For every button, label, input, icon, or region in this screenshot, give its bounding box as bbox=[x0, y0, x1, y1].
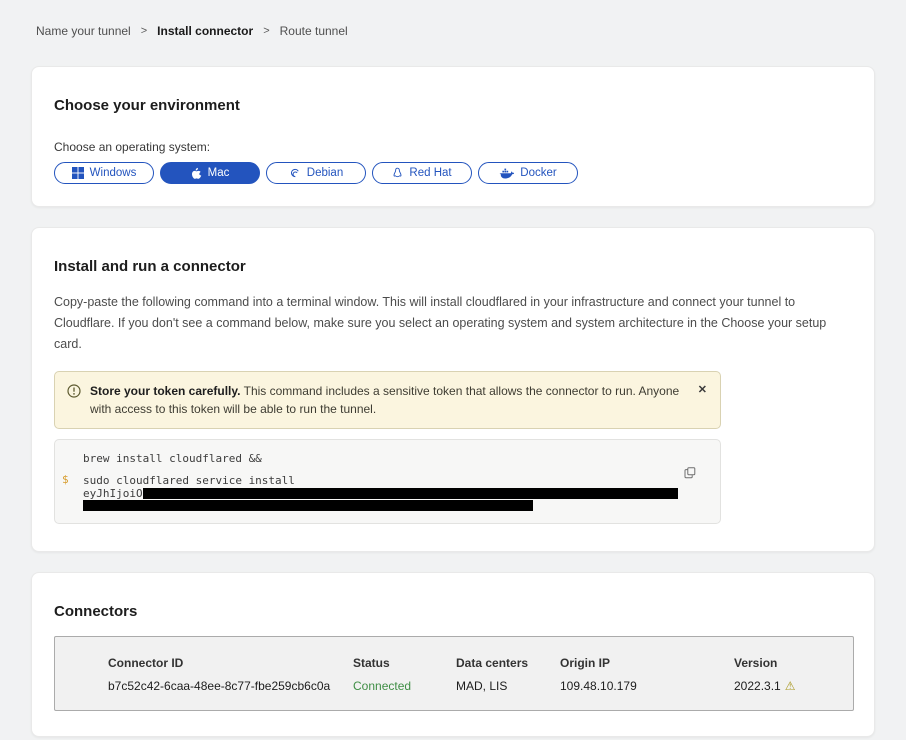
redhat-linux-icon bbox=[392, 167, 403, 180]
breadcrumb: Name your tunnel > Install connector > R… bbox=[0, 0, 906, 38]
os-button-label: Red Hat bbox=[409, 167, 451, 179]
os-button-label: Debian bbox=[307, 167, 343, 179]
column-header-connector-id: Connector ID bbox=[108, 656, 353, 670]
connector-data-centers-value: MAD, LIS bbox=[456, 679, 560, 693]
install-connector-title: Install and run a connector bbox=[54, 258, 852, 275]
install-description: Copy-paste the following command into a … bbox=[54, 292, 849, 355]
os-button-label: Docker bbox=[520, 167, 556, 179]
version-number: 2022.3.1 bbox=[734, 679, 781, 693]
choose-environment-card: Choose your environment Choose an operat… bbox=[31, 66, 875, 207]
token-warning-banner: Store your token carefully. This command… bbox=[54, 371, 721, 429]
version-warning-triangle-icon: ⚠ bbox=[785, 679, 796, 693]
os-button-label: Windows bbox=[90, 167, 137, 179]
apple-logo-icon bbox=[191, 167, 202, 180]
breadcrumb-step-install-connector[interactable]: Install connector bbox=[157, 24, 253, 38]
windows-logo-icon bbox=[72, 167, 84, 179]
os-button-redhat[interactable]: Red Hat bbox=[372, 162, 472, 184]
connectors-table: Connector ID Status Data centers Origin … bbox=[54, 636, 854, 711]
os-button-group: Windows Mac Debian Red Hat bbox=[54, 162, 852, 184]
command-line-1: brew install cloudflared && bbox=[83, 453, 692, 465]
connector-id-value: b7c52c42-6caa-48ee-8c77-fbe259cb6c0a bbox=[108, 679, 353, 693]
breadcrumb-step-route-tunnel[interactable]: Route tunnel bbox=[280, 24, 348, 38]
column-header-origin-ip: Origin IP bbox=[560, 656, 734, 670]
breadcrumb-step-name-your-tunnel[interactable]: Name your tunnel bbox=[36, 24, 131, 38]
breadcrumb-separator: > bbox=[141, 25, 147, 37]
banner-close-icon[interactable]: ✕ bbox=[698, 385, 707, 396]
shell-prompt: $ bbox=[62, 474, 69, 485]
token-warning-title: Store your token carefully. bbox=[90, 384, 241, 398]
copy-command-icon[interactable] bbox=[684, 467, 696, 479]
tunnel-setup-page: Name your tunnel > Install connector > R… bbox=[0, 0, 906, 740]
debian-swirl-icon bbox=[289, 167, 301, 179]
command-line-2: sudo cloudflared service install bbox=[83, 475, 692, 487]
redacted-token-bar-2 bbox=[83, 500, 533, 511]
os-button-windows[interactable]: Windows bbox=[54, 162, 154, 184]
breadcrumb-separator: > bbox=[263, 25, 269, 37]
install-command-codeblock: $ brew install cloudflared && sudo cloud… bbox=[54, 439, 721, 524]
os-button-mac[interactable]: Mac bbox=[160, 162, 260, 184]
column-header-version: Version bbox=[734, 656, 843, 670]
os-button-debian[interactable]: Debian bbox=[266, 162, 366, 184]
os-select-label: Choose an operating system: bbox=[54, 140, 852, 154]
token-line: eyJhIjoiO bbox=[83, 488, 692, 499]
install-connector-card: Install and run a connector Copy-paste t… bbox=[31, 227, 875, 552]
connector-version-value: 2022.3.1 ⚠ bbox=[734, 679, 843, 693]
os-button-label: Mac bbox=[208, 167, 230, 179]
connectors-title: Connectors bbox=[54, 603, 852, 620]
connector-origin-ip-value: 109.48.10.179 bbox=[560, 679, 734, 693]
docker-whale-icon bbox=[499, 167, 514, 179]
connector-status-value: Connected bbox=[353, 679, 456, 693]
column-header-status: Status bbox=[353, 656, 456, 670]
token-warning-text: Store your token carefully. This command… bbox=[90, 382, 686, 418]
token-prefix: eyJhIjoiO bbox=[83, 488, 143, 499]
column-header-data-centers: Data centers bbox=[456, 656, 560, 670]
choose-environment-title: Choose your environment bbox=[54, 97, 852, 114]
info-circle-icon bbox=[67, 382, 81, 418]
os-button-docker[interactable]: Docker bbox=[478, 162, 578, 184]
connectors-card: Connectors Connector ID Status Data cent… bbox=[31, 572, 875, 737]
token-line-2 bbox=[83, 500, 692, 511]
redacted-token-bar-1 bbox=[143, 488, 678, 499]
